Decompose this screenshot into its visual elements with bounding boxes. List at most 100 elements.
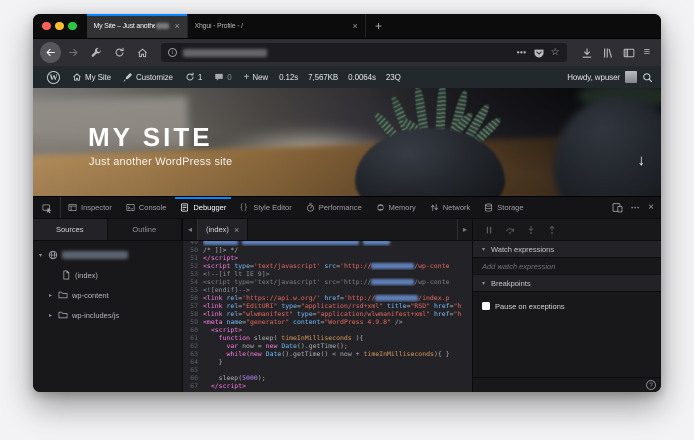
- line-number[interactable]: 65: [183, 366, 203, 374]
- redacted-url: [375, 294, 419, 301]
- scroll-down-arrow[interactable]: ↓: [638, 152, 646, 169]
- twisty-open-icon[interactable]: ▾: [37, 252, 44, 259]
- devtools-tab-performance[interactable]: Performance: [299, 197, 369, 218]
- devtools-tab-memory[interactable]: Memory: [369, 197, 423, 218]
- back-button[interactable]: [40, 42, 61, 63]
- pick-element-button[interactable]: [33, 197, 61, 218]
- forward-button[interactable]: [63, 42, 84, 63]
- line-number[interactable]: 61: [183, 334, 203, 342]
- debugger-controls: [473, 219, 661, 241]
- devtools-tab-network[interactable]: Network: [423, 197, 478, 218]
- line-number[interactable]: 64: [183, 358, 203, 366]
- tree-item-domain[interactable]: ▾: [33, 245, 182, 265]
- wp-comments-item[interactable]: 0: [208, 66, 237, 88]
- tab-scroll-right-icon[interactable]: ▸: [457, 219, 472, 240]
- bookmark-star-icon[interactable]: ☆: [551, 47, 560, 58]
- site-info-icon[interactable]: i: [168, 48, 177, 57]
- add-watch-expression-input[interactable]: Add watch expression: [473, 258, 661, 275]
- globe-icon: [48, 250, 58, 260]
- devtools-tab-console[interactable]: Console: [119, 197, 174, 218]
- line-number[interactable]: 67: [183, 382, 203, 390]
- wp-customize-link[interactable]: Customize: [117, 66, 179, 88]
- line-number[interactable]: 53: [183, 270, 203, 278]
- line-number[interactable]: 54: [183, 278, 203, 286]
- url-bar[interactable]: i ••• ☆: [161, 43, 567, 62]
- redacted-url: [371, 278, 415, 285]
- pause-icon[interactable]: [484, 225, 494, 235]
- wp-my-site-link[interactable]: My Site: [66, 66, 117, 88]
- devtools-tab-label: Performance: [318, 203, 362, 212]
- tree-item--index-[interactable]: (index): [33, 265, 182, 285]
- close-tab-icon[interactable]: ×: [352, 21, 357, 31]
- editor-tab-index[interactable]: (index) ×: [198, 219, 249, 240]
- devtools-menu-icon[interactable]: ⋯: [631, 202, 641, 213]
- close-window-button[interactable]: [42, 21, 51, 31]
- devtools-tab-storage[interactable]: Storage: [477, 197, 530, 218]
- line-number[interactable]: 62: [183, 342, 203, 350]
- redacted-url: [183, 48, 267, 57]
- sidebar-icon[interactable]: [623, 47, 635, 59]
- line-number[interactable]: 63: [183, 350, 203, 358]
- devtools-tab-debugger[interactable]: Debugger: [173, 197, 233, 218]
- search-icon[interactable]: [642, 72, 653, 83]
- browser-tools-button[interactable]: [86, 42, 107, 63]
- twisty-closed-icon[interactable]: ▸: [47, 292, 54, 299]
- window-controls: [33, 14, 87, 38]
- line-number[interactable]: 57: [183, 302, 203, 310]
- line-number[interactable]: 55: [183, 286, 203, 294]
- line-number[interactable]: 59: [183, 318, 203, 326]
- code-line-content: <![endif]-->: [203, 285, 250, 294]
- devtools-tab-style-editor[interactable]: { } Style Editor: [233, 197, 298, 218]
- minimize-window-button[interactable]: [55, 21, 64, 31]
- forward-icon: [68, 47, 79, 58]
- wp-logo-menu[interactable]: W: [41, 66, 66, 88]
- line-number[interactable]: 58: [183, 310, 203, 318]
- step-out-icon[interactable]: [547, 225, 557, 235]
- home-button[interactable]: [132, 42, 153, 63]
- wp-new-item[interactable]: + New: [238, 66, 274, 88]
- breakpoints-header[interactable]: ▾ Breakpoints: [473, 275, 661, 292]
- code-editor[interactable]: 49 50/* ]]> */51 </script> 52 <script type=…: [183, 241, 472, 392]
- browser-tab[interactable]: Xhgui - Profile - / ×: [188, 14, 366, 38]
- devtools-tab-inspector[interactable]: Inspector: [61, 197, 119, 218]
- new-tab-button[interactable]: +: [366, 14, 392, 38]
- line-number[interactable]: 56: [183, 294, 203, 302]
- page-actions-icon[interactable]: •••: [517, 48, 527, 57]
- tab-scroll-left-icon[interactable]: ◂: [183, 219, 198, 240]
- user-avatar[interactable]: [625, 71, 637, 83]
- step-over-icon[interactable]: [505, 225, 515, 235]
- devtools-close-icon[interactable]: ×: [648, 202, 654, 213]
- line-number[interactable]: 50: [183, 246, 203, 254]
- browser-tab[interactable]: My Site – Just another WordPress S ×: [86, 14, 188, 38]
- pause-on-exceptions-row[interactable]: Pause on exceptions: [473, 298, 661, 314]
- close-tab-icon[interactable]: ×: [174, 21, 179, 31]
- step-in-icon[interactable]: [526, 225, 536, 235]
- close-editor-tab-icon[interactable]: ×: [234, 225, 239, 235]
- line-number[interactable]: 66: [183, 374, 203, 382]
- zoom-window-button[interactable]: [68, 21, 77, 31]
- editor-tab-label: (index): [206, 225, 229, 234]
- site-title[interactable]: MY SITE: [88, 122, 213, 153]
- tree-item-wp-includes-js[interactable]: ▸ wp-includes/js: [33, 305, 182, 325]
- responsive-design-icon[interactable]: [612, 202, 623, 213]
- line-number[interactable]: 60: [183, 326, 203, 334]
- tab-outline[interactable]: Outline: [108, 219, 182, 240]
- tree-item-wp-content[interactable]: ▸ wp-content: [33, 285, 182, 305]
- downloads-icon[interactable]: [581, 47, 593, 59]
- reload-button[interactable]: [109, 42, 130, 63]
- wp-updates-item[interactable]: 1: [179, 66, 208, 88]
- pocket-icon[interactable]: [533, 47, 545, 59]
- wp-howdy-label[interactable]: Howdy, wpuser: [567, 73, 620, 82]
- help-icon[interactable]: ?: [646, 380, 656, 390]
- library-icon[interactable]: [602, 47, 614, 59]
- line-number[interactable]: 52: [183, 262, 203, 270]
- hamburger-menu-icon[interactable]: ≡: [644, 47, 650, 58]
- twisty-closed-icon[interactable]: ▸: [47, 312, 54, 319]
- line-number[interactable]: 51: [183, 254, 203, 262]
- code-line: 66 sleep(5000);: [183, 374, 472, 382]
- code-line-content: [203, 366, 472, 374]
- watch-expressions-header[interactable]: ▾ Watch expressions: [473, 241, 661, 258]
- pause-on-exceptions-checkbox[interactable]: [482, 302, 490, 310]
- wp-my-site-label: My Site: [85, 72, 111, 82]
- tab-sources[interactable]: Sources: [33, 219, 108, 240]
